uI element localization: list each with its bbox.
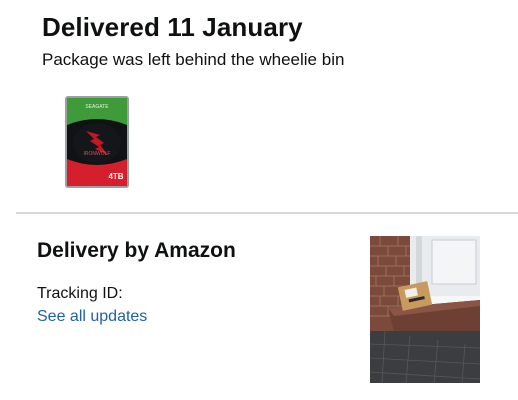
product-model-text: IRONWOLF — [84, 151, 111, 157]
product-thumbnail[interactable]: SEAGATE IRONWOLF 4TB — [64, 95, 130, 189]
tracking-id-label: Tracking ID: — [37, 285, 123, 302]
section-divider — [16, 212, 518, 214]
hard-drive-icon: SEAGATE IRONWOLF 4TB — [65, 96, 129, 188]
delivery-photo-image — [369, 236, 481, 384]
product-capacity-text: 4TB — [108, 172, 123, 181]
delivery-status-title: Delivered 11 January — [42, 12, 303, 42]
delivery-status-subtitle: Package was left behind the wheelie bin — [42, 50, 345, 69]
proof-of-delivery-photo[interactable] — [369, 236, 481, 384]
see-all-updates-link[interactable]: See all updates — [37, 308, 147, 326]
product-brand-text: SEAGATE — [85, 104, 109, 110]
carrier-title: Delivery by Amazon — [37, 239, 236, 262]
